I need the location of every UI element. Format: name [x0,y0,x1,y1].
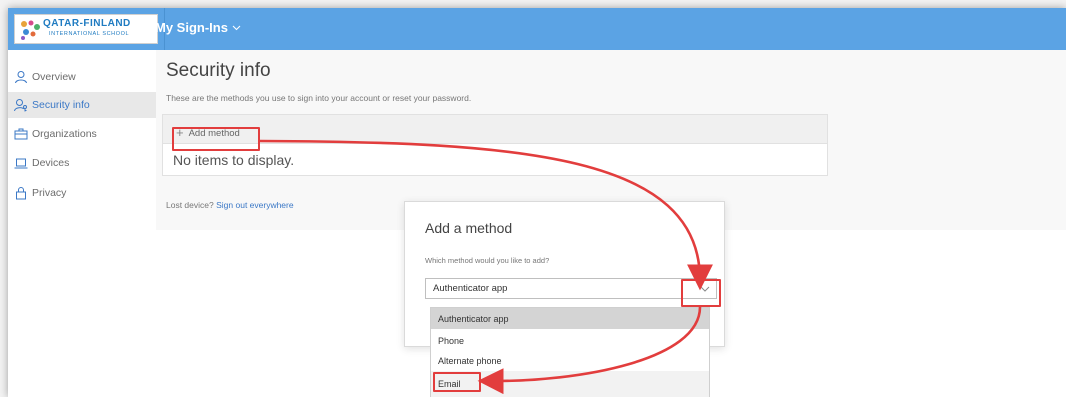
sidebar-item-label: Devices [32,157,70,169]
logo-icon [21,20,40,40]
sidebar-item-overview[interactable]: Overview [8,64,156,90]
methods-table: + Add method No items to display. [162,114,828,176]
add-method-highlight [172,127,260,151]
option-label: Authenticator app [438,313,509,324]
top-bar: QATAR-FINLAND INTERNATIONAL SCHOOL My Si… [8,8,1066,50]
method-select[interactable]: Authenticator app [425,278,717,299]
methods-table-header: + Add method [163,115,827,144]
lock-icon [14,186,28,200]
email-option-highlight [433,372,481,392]
sidebar-item-label: Privacy [32,187,67,199]
sign-out-everywhere-link[interactable]: Sign out everywhere [216,200,294,210]
option-label: Alternate phone [438,355,502,366]
school-logo[interactable]: QATAR-FINLAND INTERNATIONAL SCHOOL [14,14,158,44]
laptop-icon [14,156,28,170]
app-title-menu[interactable]: My Sign-Ins [155,20,241,35]
sidebar-item-label: Organizations [32,128,97,140]
sidebar-item-organizations[interactable]: Organizations [8,121,156,147]
page-title: Security info [166,60,271,81]
person-icon [14,70,28,84]
sidebar-item-label: Overview [32,71,76,83]
app-title: My Sign-Ins [155,20,228,35]
method-select-value: Authenticator app [433,283,508,294]
lost-device-text: Lost device? [166,200,214,210]
briefcase-icon [14,127,28,141]
sidebar-item-security-info[interactable]: Security info [8,92,156,118]
empty-state-text: No items to display. [173,152,295,168]
chevron-down-icon [232,25,241,30]
dropdown-arrow-highlight [681,279,721,307]
option-label: Phone [438,335,465,346]
sidebar-item-devices[interactable]: Devices [8,150,156,176]
option-alternate-phone[interactable]: Alternate phone [431,350,709,371]
option-authenticator-app[interactable]: Authenticator app [431,308,709,329]
dialog-title: Add a method [425,220,513,236]
logo-subtitle: INTERNATIONAL SCHOOL [49,31,130,37]
logo-title: QATAR-FINLAND [43,18,131,29]
option-phone[interactable]: Phone [431,330,709,351]
sidebar-item-privacy[interactable]: Privacy [8,180,156,206]
sidebar: Overview Security info Organizations Dev… [8,50,156,397]
page-subtitle: These are the methods you use to sign in… [166,93,472,103]
lost-device-line: Lost device? Sign out everywhere [166,200,294,210]
dialog-question: Which method would you like to add? [425,256,550,265]
person-key-icon [14,98,28,112]
sidebar-item-label: Security info [32,99,90,111]
